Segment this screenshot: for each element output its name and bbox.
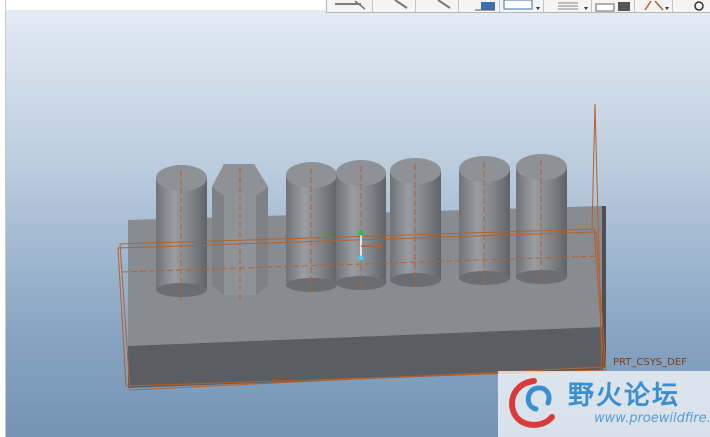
pin-hex[interactable] [212,164,268,295]
zoom-out-button[interactable] [373,0,416,12]
refit-icon [437,0,451,9]
forum-url: www.proewildfire.cn [594,411,710,426]
view-manager-button[interactable] [592,0,635,12]
refit-button[interactable] [416,0,459,12]
datum-display-button[interactable] [635,0,673,12]
reorient-icon [475,2,495,11]
forum-watermark: 野火论坛 www.proewildfire.cn [498,371,710,437]
display-style-button[interactable] [544,0,592,12]
annotation-display-icon [694,1,704,11]
forum-title: 野火论坛 [568,381,681,411]
csys-label: PRT_CSYS_DEF [613,357,687,368]
zoom-in-icon [335,0,366,10]
datum-display-icon [644,0,669,11]
forum-logo-icon [509,378,555,428]
annotation-display-button[interactable] [673,0,710,12]
reorient-button[interactable] [459,0,500,12]
saved-views-button[interactable] [500,0,544,12]
display-style-icon [558,2,588,10]
zoom-out-icon [394,0,408,9]
saved-views-icon [503,0,540,10]
zoom-in-button[interactable] [327,0,373,12]
view-manager-icon [595,2,630,12]
view-toolbar [326,0,710,13]
